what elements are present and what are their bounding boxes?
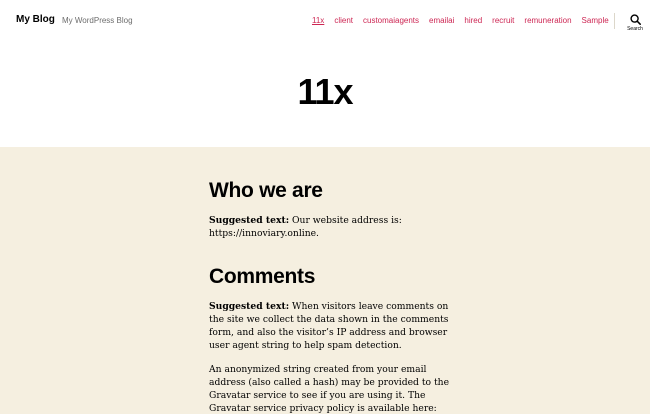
site-title[interactable]: My Blog <box>16 14 55 26</box>
menu-item-hired[interactable]: hired <box>464 16 482 26</box>
menu-item-recruit[interactable]: recruit <box>492 16 514 26</box>
search-label: Search <box>627 26 643 32</box>
comments-heading: Comments <box>209 265 316 288</box>
page-content: Who we are Suggested text: Our website a… <box>0 147 650 414</box>
header-divider <box>614 13 615 29</box>
suggested-text-label: Suggested text: <box>209 215 290 226</box>
suggested-text-label: Suggested text: <box>209 301 290 312</box>
search-toggle-button[interactable]: Search <box>624 14 646 36</box>
menu-item-sample[interactable]: Sample <box>582 16 609 26</box>
comments-paragraph: Suggested text: When visitors leave comm… <box>209 300 453 352</box>
gravatar-paragraph: An anonymized string created from your e… <box>209 364 450 414</box>
menu-item-client[interactable]: client <box>334 16 353 26</box>
site-description: My WordPress Blog <box>62 16 133 25</box>
search-icon <box>629 14 641 25</box>
menu-item-customaiagents[interactable]: customaiagents <box>363 16 419 26</box>
site-header: My Blog My WordPress Blog 11x client cus… <box>0 0 650 40</box>
primary-menu: 11x client customaiagents emailai hired … <box>312 16 609 26</box>
page-title: 11x <box>297 71 353 112</box>
menu-item-remuneration[interactable]: remuneration <box>524 16 571 26</box>
menu-item-11x[interactable]: 11x <box>312 16 324 26</box>
menu-item-emailai[interactable]: emailai <box>429 16 454 26</box>
who-we-are-paragraph: Suggested text: Our website address is: … <box>209 214 453 240</box>
who-we-are-heading: Who we are <box>209 179 323 202</box>
